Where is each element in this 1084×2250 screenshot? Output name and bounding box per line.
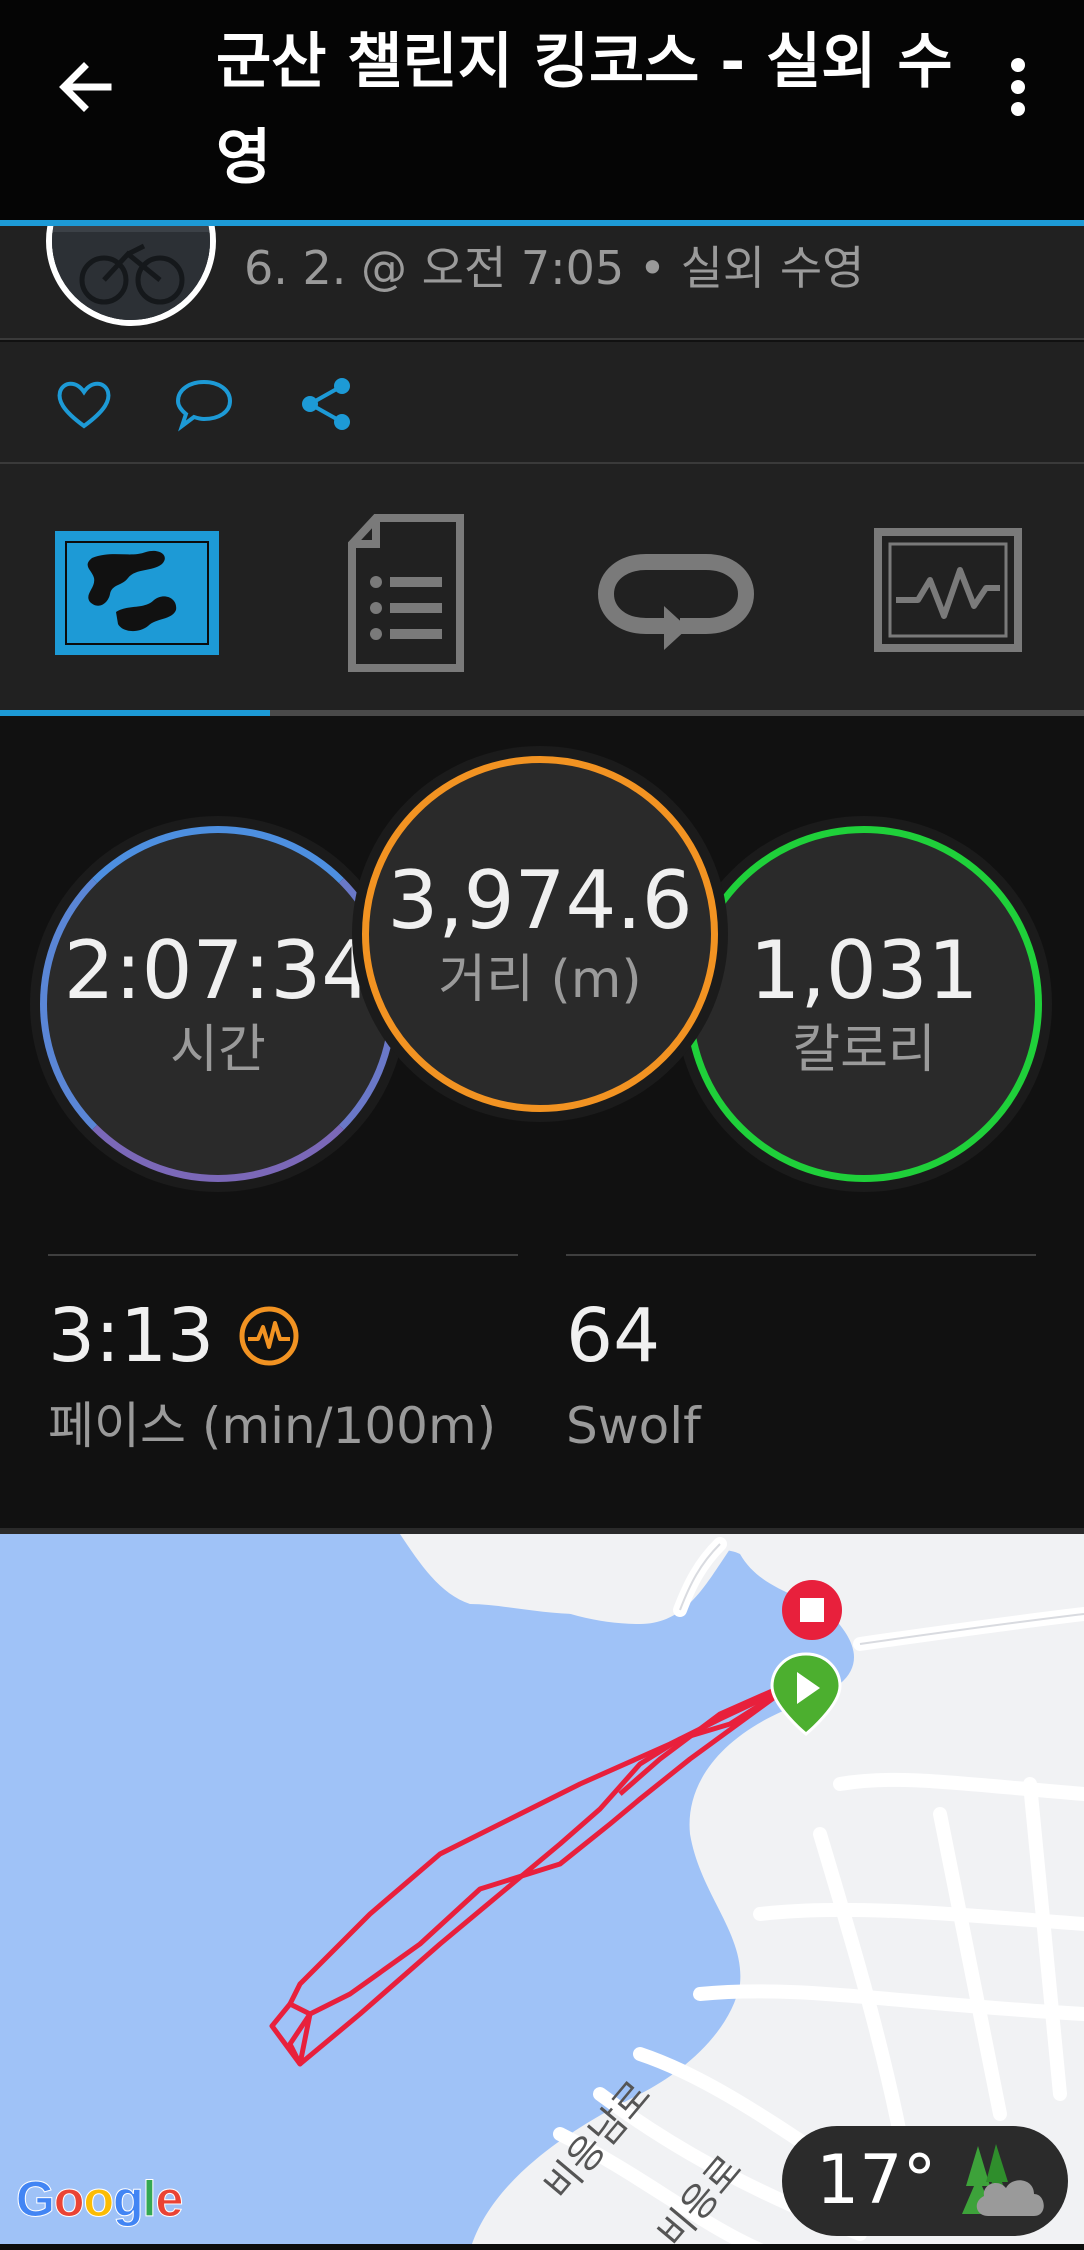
calories-value: 1,031 [749, 924, 979, 1017]
activity-tabs [0, 464, 1084, 714]
back-button[interactable] [50, 52, 120, 122]
avatar[interactable] [46, 226, 216, 326]
swolf-label: Swolf [566, 1397, 701, 1455]
comment-button[interactable] [172, 372, 236, 436]
comment-icon [175, 379, 233, 432]
social-actions-bar [0, 342, 1084, 462]
google-logo: Google [16, 2171, 184, 2228]
arrow-left-icon [59, 62, 112, 112]
tab-charts[interactable] [874, 514, 1022, 674]
calories-stat-circle[interactable]: 1,031 칼로리 [686, 826, 1042, 1182]
chart-monitor-icon [874, 528, 1022, 652]
bottom-edge [0, 2244, 1084, 2250]
swolf-value: 64 [566, 1293, 661, 1379]
avatar-photo [52, 226, 210, 320]
activity-date: 6. 2. @ 오전 7:05 • 실외 수영 [244, 241, 865, 295]
share-icon [302, 378, 350, 430]
time-label: 시간 [170, 1020, 266, 1080]
weather-badge[interactable]: 17° [782, 2126, 1068, 2236]
page-title: 군산 챌린지 킹코스 - 실외 수영 [216, 27, 953, 193]
activity-summary-header: 6. 2. @ 오전 7:05 • 실외 수영 [0, 226, 1084, 340]
tab-laps[interactable] [596, 514, 756, 674]
time-stat-circle[interactable]: 2:07:34 시간 [40, 826, 396, 1182]
map-tab-icon [55, 531, 219, 655]
tab-details[interactable] [346, 514, 466, 674]
share-button[interactable] [294, 372, 358, 436]
like-button[interactable] [52, 372, 116, 436]
tab-map[interactable] [52, 514, 222, 674]
app-header: 군산 챌린지 킹코스 - 실외 수영 [0, 0, 1084, 222]
pace-label: 페이스 (min/100m) [48, 1397, 497, 1455]
loop-icon [597, 554, 755, 650]
time-value: 2:07:34 [63, 924, 373, 1017]
distance-label: 거리 (m) [438, 950, 642, 1010]
swolf-metric[interactable]: 64 Swolf [566, 1286, 701, 1466]
divider [0, 338, 1084, 340]
calories-label: 칼로리 [792, 1020, 936, 1080]
weather-cloud-icon [962, 2144, 1044, 2216]
heart-rate-badge-icon [239, 1306, 299, 1366]
pace-metric[interactable]: 3:13 페이스 (min/100m) [48, 1286, 496, 1466]
document-list-icon [348, 514, 464, 672]
heart-icon [57, 381, 111, 429]
more-options-button[interactable] [990, 52, 1046, 122]
divider [566, 1254, 1036, 1256]
stop-marker-icon [782, 1580, 842, 1640]
distance-value: 3,974.6 [387, 854, 693, 947]
divider [48, 1254, 518, 1256]
pace-value: 3:13 [48, 1293, 215, 1379]
weather-temperature: 17° [816, 2141, 937, 2220]
distance-stat-circle[interactable]: 3,974.6 거리 (m) [362, 756, 718, 1112]
more-vert-icon [1011, 58, 1025, 116]
stats-panel: 2:07:34 시간 1,031 칼로리 3,974.6 거리 (m) 3:13… [0, 716, 1084, 1530]
